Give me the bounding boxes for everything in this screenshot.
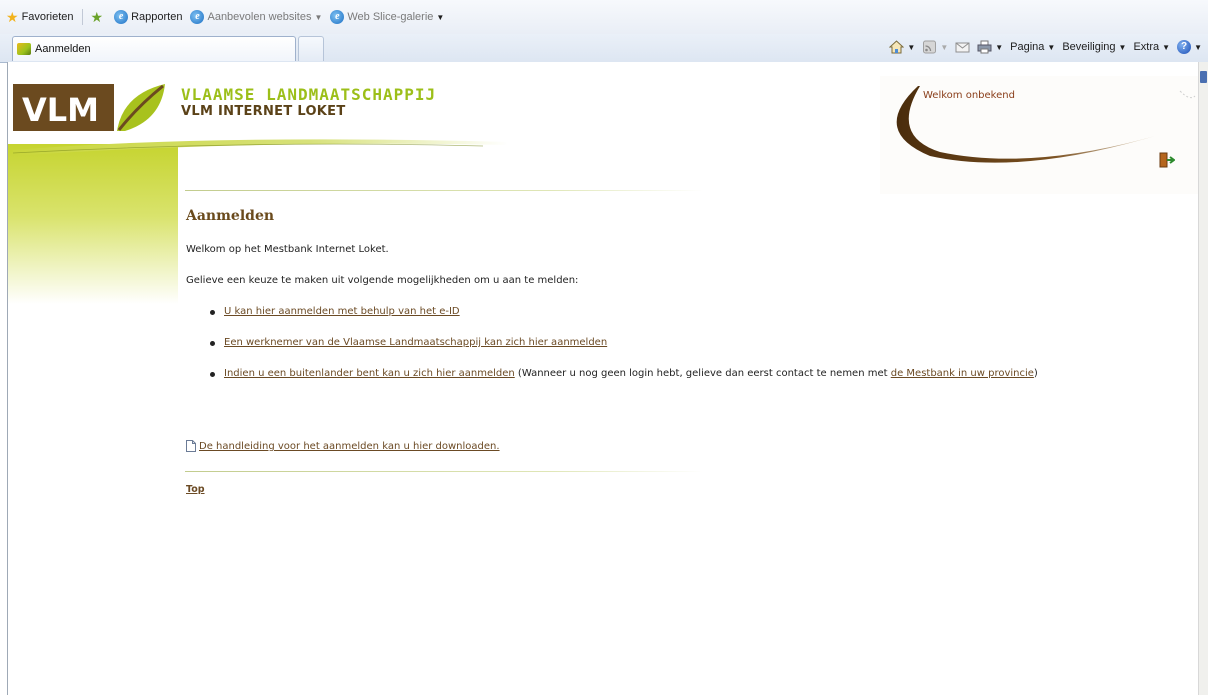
- eid-login-link[interactable]: U kan hier aanmelden met behulp van het …: [224, 306, 460, 317]
- list-item: Een werknemer van de Vlaamse Landmaatsch…: [224, 337, 607, 348]
- ie-page-icon: e: [190, 10, 205, 24]
- printer-icon: [977, 40, 992, 54]
- favorites-bar: ★ Favorieten ★ e Rapporten e Aanbevolen …: [0, 0, 1208, 34]
- rss-feed-icon: [923, 40, 937, 54]
- home-button[interactable]: ▼: [889, 40, 915, 54]
- instruction-text: Gelieve een keuze te maken uit volgende …: [186, 275, 579, 286]
- vlm-logo-text: VLM: [22, 91, 99, 129]
- tools-menu-button[interactable]: Extra ▼: [1133, 41, 1170, 53]
- vlm-logo: VLM: [13, 84, 165, 131]
- favorite-item-label: Rapporten: [131, 11, 183, 23]
- back-to-top-link[interactable]: Top: [186, 484, 205, 495]
- favorite-item-suggested-sites[interactable]: e Aanbevolen websites ▼: [190, 10, 322, 24]
- scroll-up-arrow-icon[interactable]: [1200, 71, 1207, 83]
- vlm-favicon-icon: [17, 43, 31, 55]
- list-bullet: [210, 372, 215, 377]
- list-bullet: [210, 310, 215, 315]
- chevron-down-icon: ▼: [1118, 42, 1127, 52]
- command-bar: ▼ ▼ ▼ Pagina ▼ Beveiliging ▼ Extra ▼ ? ▼: [882, 35, 1202, 59]
- intro-text: Welkom op het Mestbank Internet Loket.: [186, 244, 389, 255]
- chevron-down-icon: ▼: [907, 42, 916, 52]
- favorite-item-label: Aanbevolen websites: [207, 11, 312, 23]
- add-favorite-button[interactable]: ★: [91, 9, 107, 26]
- favorite-item-web-slice-gallery[interactable]: e Web Slice-galerie ▼: [330, 10, 444, 24]
- safety-menu-button[interactable]: Beveiliging ▼: [1062, 41, 1126, 53]
- foreigner-login-link[interactable]: Indien u een buitenlander bent kan u zic…: [224, 368, 515, 379]
- chevron-down-icon: ▼: [436, 12, 445, 22]
- document-icon: [186, 440, 196, 452]
- mail-icon: [955, 42, 970, 53]
- read-mail-button[interactable]: [955, 40, 970, 54]
- tab-title: Aanmelden: [35, 43, 91, 55]
- vlm-employee-login-link[interactable]: Een werknemer van de Vlaamse Landmaatsch…: [224, 337, 607, 348]
- feeds-button[interactable]: ▼: [922, 40, 948, 54]
- chevron-down-icon: ▼: [995, 42, 1004, 52]
- favorites-button[interactable]: ★ Favorieten: [6, 9, 74, 26]
- top-link-wrapper: Top: [186, 484, 205, 495]
- favorite-item-rapporten[interactable]: e Rapporten: [114, 10, 182, 24]
- chevron-down-icon: ▼: [1162, 42, 1171, 52]
- welcome-message: Welkom onbekend: [923, 90, 1015, 101]
- tab-aanmelden[interactable]: Aanmelden: [12, 36, 296, 61]
- favorites-separator: [81, 9, 83, 25]
- page-viewport: VLM VLAAMSE LANDMAATSCHAPPIJ VLM INTERNE…: [7, 62, 1200, 695]
- logout-icon[interactable]: [1159, 152, 1175, 168]
- list-item: Indien u een buitenlander bent kan u zic…: [224, 368, 1038, 379]
- chevron-down-icon: ▼: [940, 42, 949, 52]
- vertical-scrollbar[interactable]: [1198, 62, 1208, 695]
- foreigner-note-text: (Wanneer u nog geen login hebt, gelieve …: [514, 368, 891, 379]
- home-icon: [889, 40, 905, 54]
- chevron-down-icon: ▼: [314, 12, 323, 22]
- divider-bottom: [185, 471, 703, 472]
- foreigner-note-end: ): [1033, 368, 1038, 379]
- favorites-row: ★ Favorieten ★ e Rapporten e Aanbevolen …: [6, 6, 452, 28]
- help-icon: ?: [1177, 40, 1192, 54]
- star-icon: ★: [6, 8, 19, 25]
- manual-download-item: De handleiding voor het aanmelden kan u …: [199, 441, 500, 452]
- favorite-item-label: Web Slice-galerie: [347, 11, 434, 23]
- chevron-down-icon: ▼: [1047, 42, 1056, 52]
- manual-download-link[interactable]: De handleiding voor het aanmelden kan u …: [199, 441, 500, 452]
- organization-name: VLAAMSE LANDMAATSCHAPPIJ: [181, 85, 437, 104]
- site-title: VLM INTERNET LOKET: [181, 104, 346, 119]
- list-bullet: [210, 341, 215, 346]
- safety-menu-label: Beveiliging: [1062, 41, 1116, 53]
- divider-top: [185, 190, 703, 191]
- page-menu-label: Pagina: [1010, 41, 1045, 53]
- print-button[interactable]: ▼: [977, 40, 1003, 54]
- page-menu-button[interactable]: Pagina ▼: [1010, 41, 1055, 53]
- green-sidebar-decoration: [8, 144, 178, 304]
- help-menu-button[interactable]: ? ▼: [1177, 40, 1202, 54]
- mestbank-province-link[interactable]: de Mestbank in uw provincie: [891, 368, 1034, 379]
- add-favorite-icon: ★: [90, 8, 104, 25]
- page-title: Aanmelden: [186, 208, 275, 224]
- ie-page-icon: e: [114, 10, 129, 24]
- ie-page-icon: e: [330, 10, 345, 24]
- favorites-label: Favorieten: [21, 11, 74, 23]
- new-tab-button[interactable]: [298, 36, 324, 61]
- tools-menu-label: Extra: [1133, 41, 1160, 53]
- list-item: U kan hier aanmelden met behulp van het …: [224, 306, 460, 317]
- chevron-down-icon: ▼: [1194, 42, 1202, 52]
